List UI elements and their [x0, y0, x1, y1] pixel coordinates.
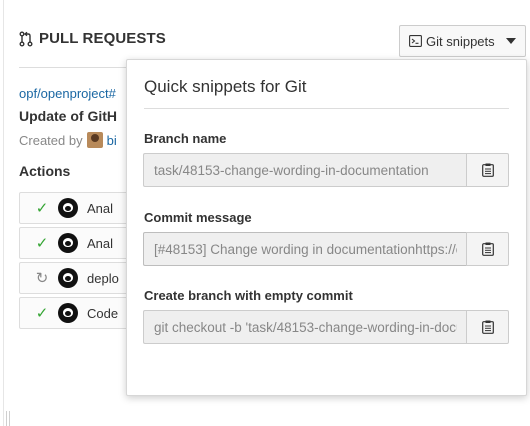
- branch-name-field[interactable]: [143, 153, 467, 187]
- git-snippets-popover: Quick snippets for Git Branch name Commi…: [126, 59, 527, 396]
- created-by-user-link[interactable]: bi: [107, 133, 117, 148]
- pull-requests-title: PULL REQUESTS: [39, 30, 166, 47]
- create-branch-command-field[interactable]: [143, 310, 467, 344]
- copy-branch-name-button[interactable]: [466, 153, 509, 187]
- check-icon: ✓: [35, 200, 49, 217]
- commit-message-label: Commit message: [144, 210, 252, 225]
- check-icon: ✓: [35, 235, 49, 252]
- pull-request-title[interactable]: Update of GitH: [19, 108, 117, 124]
- clipboard-icon: [481, 320, 494, 334]
- git-snippets-button[interactable]: Git snippets: [399, 25, 526, 57]
- created-by-label: Created by: [19, 132, 83, 148]
- github-icon: [58, 268, 78, 288]
- action-label: deplo: [87, 270, 119, 286]
- github-icon: [58, 303, 78, 323]
- action-label: Code: [87, 305, 119, 321]
- clipboard-icon: [481, 242, 494, 256]
- action-row[interactable]: ↻ deplo: [19, 262, 139, 294]
- header-divider: [19, 67, 129, 68]
- actions-title: Actions: [19, 163, 71, 179]
- repository-link[interactable]: opf/openproject#: [19, 86, 116, 101]
- page-left-border: [3, 0, 4, 426]
- action-row[interactable]: ✓ Code: [19, 297, 139, 329]
- caret-down-icon: [506, 38, 516, 44]
- action-label: Anal: [87, 200, 114, 216]
- github-icon: [58, 233, 78, 253]
- pending-icon: ↻: [35, 270, 49, 287]
- create-branch-label: Create branch with empty commit: [144, 288, 353, 303]
- pull-requests-header: PULL REQUESTS: [19, 30, 166, 47]
- clipboard-icon: [481, 163, 494, 177]
- action-label: Anal: [87, 235, 114, 251]
- pull-request-icon: [19, 31, 33, 46]
- commit-message-field[interactable]: [143, 232, 467, 266]
- action-row[interactable]: ✓ Anal: [19, 227, 139, 259]
- avatar: [86, 132, 103, 148]
- check-icon: ✓: [35, 305, 49, 322]
- popover-title: Quick snippets for Git: [144, 77, 307, 96]
- copy-create-branch-button[interactable]: [466, 310, 509, 344]
- github-icon: [58, 198, 78, 218]
- popover-divider: [144, 108, 509, 109]
- git-snippets-label: Git snippets: [426, 33, 495, 49]
- copy-commit-message-button[interactable]: [466, 232, 509, 266]
- created-by-line: Created by bi: [19, 132, 117, 148]
- branch-name-label: Branch name: [144, 131, 227, 146]
- resize-handle[interactable]: [6, 411, 10, 426]
- action-row[interactable]: ✓ Anal: [19, 192, 139, 224]
- terminal-icon: [409, 35, 422, 47]
